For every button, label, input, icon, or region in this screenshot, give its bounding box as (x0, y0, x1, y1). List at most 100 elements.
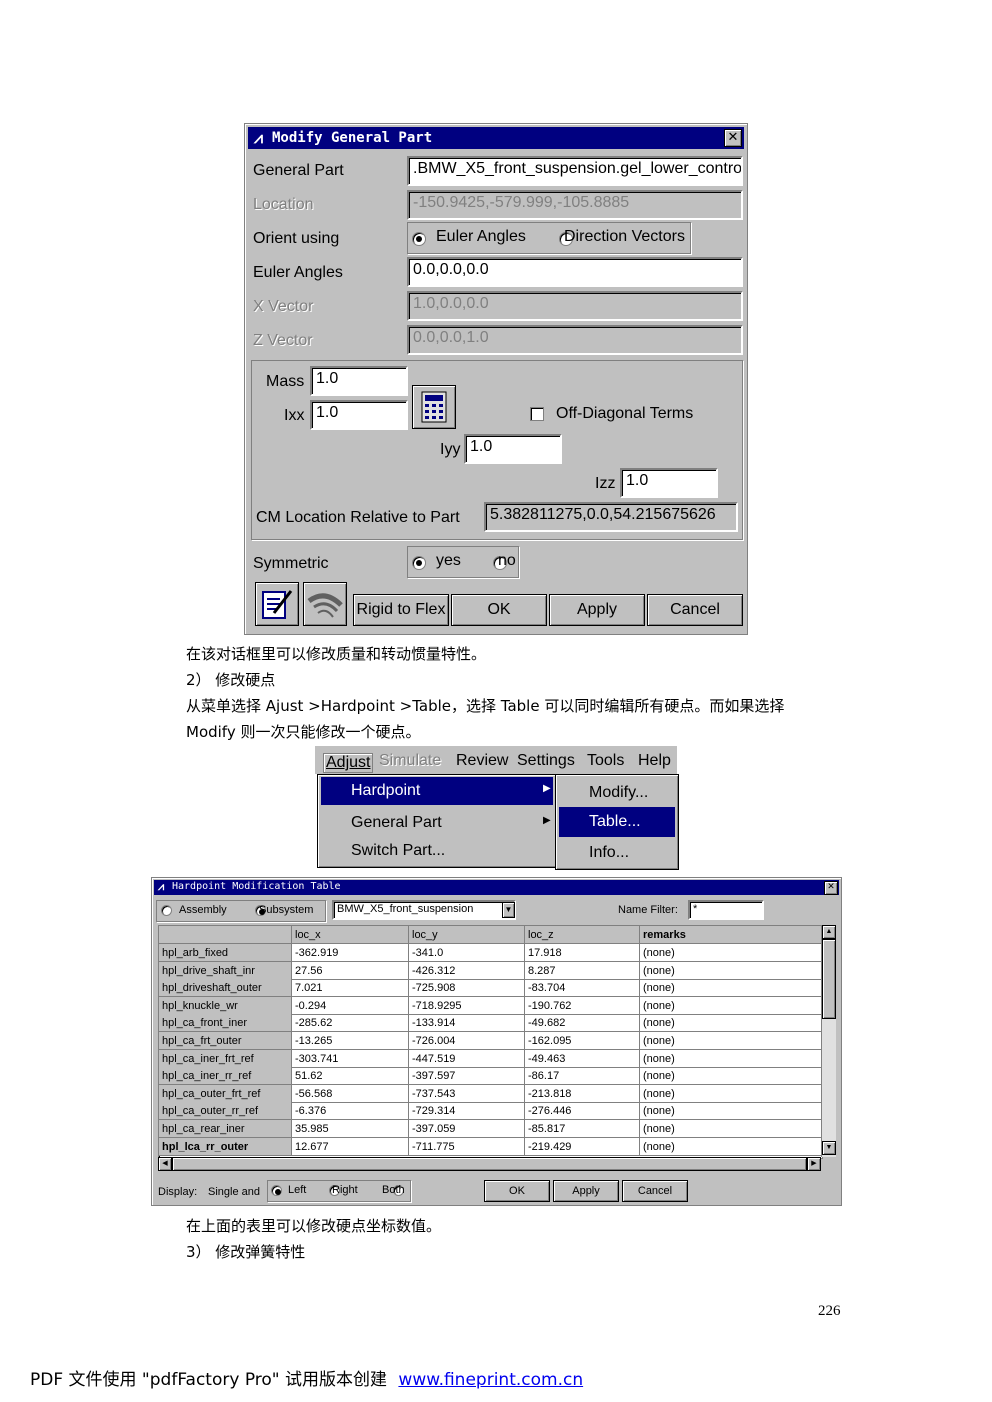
vertical-scrollbar[interactable]: ▲ ▼ (821, 925, 836, 1157)
table-cell[interactable]: -276.446 (525, 1102, 640, 1121)
table-cell[interactable]: -362.919 (292, 944, 409, 962)
table-cell[interactable]: 8.287 (525, 961, 640, 980)
assembly-radio[interactable] (161, 905, 172, 916)
column-header[interactable]: loc_x (292, 926, 409, 944)
menu-simulate[interactable]: Simulate (379, 752, 441, 770)
table-cell[interactable]: -725.908 (409, 979, 525, 998)
hp-ok-button[interactable]: OK (484, 1180, 550, 1202)
row-header[interactable]: hpl_ca_outer_frt_ref (159, 1084, 292, 1103)
row-header[interactable]: hpl_ca_outer_rr_ref (159, 1102, 292, 1121)
table-cell[interactable]: (none) (640, 961, 822, 980)
calculator-button[interactable] (412, 385, 456, 429)
ixx-input[interactable]: 1.0 (310, 400, 408, 430)
row-header[interactable]: hpl_driveshaft_outer (159, 979, 292, 998)
euler-angles-input[interactable]: 0.0,0.0,0.0 (407, 257, 743, 287)
column-header[interactable]: loc_z (525, 926, 640, 944)
table-cell[interactable]: -0.294 (292, 996, 409, 1015)
row-header[interactable]: hpl_knuckle_wr (159, 996, 292, 1015)
general-part-input[interactable]: .BMW_X5_front_suspension.gel_lower_contr… (407, 156, 743, 186)
table-cell[interactable]: -133.914 (409, 1014, 525, 1033)
table-cell[interactable]: -285.62 (292, 1014, 409, 1033)
table-cell[interactable]: -56.568 (292, 1084, 409, 1103)
row-header[interactable]: hpl_drive_shaft_inr (159, 961, 292, 980)
row-header[interactable]: hpl_ca_iner_frt_ref (159, 1049, 292, 1068)
table-cell[interactable]: (none) (640, 1014, 822, 1033)
table-cell[interactable]: (none) (640, 1032, 822, 1050)
table-cell[interactable]: -303.741 (292, 1049, 409, 1068)
off-diagonal-checkbox[interactable] (530, 407, 544, 421)
scroll-up-button[interactable]: ▲ (822, 925, 836, 939)
submenu-item-info[interactable]: Info... (559, 839, 675, 867)
iyy-input[interactable]: 1.0 (464, 434, 562, 464)
menu-tools[interactable]: Tools (587, 752, 624, 770)
submenu-item-modify[interactable]: Modify... (559, 777, 675, 805)
close-button[interactable]: ✕ (724, 129, 742, 147)
row-header[interactable]: hpl_ca_front_iner (159, 1014, 292, 1033)
menu-help[interactable]: Help (638, 752, 671, 770)
mass-input[interactable]: 1.0 (310, 366, 408, 396)
table-cell[interactable]: 51.62 (292, 1067, 409, 1086)
table-cell[interactable]: -86.17 (525, 1067, 640, 1086)
table-cell[interactable]: -85.817 (525, 1120, 640, 1138)
table-cell[interactable]: (none) (640, 944, 822, 962)
table-cell[interactable]: -426.312 (409, 961, 525, 980)
table-cell[interactable]: -13.265 (292, 1032, 409, 1050)
table-cell[interactable]: 17.918 (525, 944, 640, 962)
table-cell[interactable]: 27.56 (292, 961, 409, 980)
table-cell[interactable]: (none) (640, 996, 822, 1015)
table-cell[interactable]: (none) (640, 1067, 822, 1086)
row-header[interactable]: hpl_ca_frt_outer (159, 1032, 292, 1050)
table-cell[interactable]: 7.021 (292, 979, 409, 998)
table-cell[interactable]: -83.704 (525, 979, 640, 998)
hp-dialog-titlebar[interactable]: ⩘ Hardpoint Modification Table ✕ (154, 880, 839, 895)
row-header[interactable]: hpl_ca_iner_rr_ref (159, 1067, 292, 1086)
subsystem-dropdown-button[interactable]: ▼ (502, 902, 515, 918)
table-cell[interactable]: -213.818 (525, 1084, 640, 1103)
table-cell[interactable]: -49.682 (525, 1014, 640, 1033)
scroll-down-button[interactable]: ▼ (822, 1141, 836, 1155)
cancel-button[interactable]: Cancel (647, 594, 743, 626)
table-cell[interactable]: 12.677 (292, 1137, 409, 1156)
table-cell[interactable]: -397.597 (409, 1067, 525, 1086)
euler-angles-radio[interactable] (412, 232, 426, 246)
table-cell[interactable]: -341.0 (409, 944, 525, 962)
table-cell[interactable]: (none) (640, 1120, 822, 1138)
menu-adjust[interactable]: Adjust (323, 753, 374, 773)
table-cell[interactable]: -6.376 (292, 1102, 409, 1121)
row-header[interactable]: hpl_ca_rear_iner (159, 1120, 292, 1138)
scroll-thumb[interactable] (822, 939, 836, 1019)
display-left-radio[interactable] (271, 1185, 282, 1196)
comments-button[interactable] (255, 582, 299, 626)
apply-button[interactable]: Apply (549, 594, 645, 626)
table-cell[interactable]: -219.429 (525, 1137, 640, 1156)
row-header[interactable]: hpl_arb_fixed (159, 944, 292, 962)
table-cell[interactable]: 35.985 (292, 1120, 409, 1138)
column-header[interactable]: loc_y (409, 926, 525, 944)
table-cell[interactable]: -397.059 (409, 1120, 525, 1138)
menu-item-hardpoint[interactable]: Hardpoint ▶ (321, 777, 553, 805)
table-cell[interactable]: (none) (640, 1102, 822, 1121)
name-filter-input[interactable]: * (688, 900, 764, 920)
ok-button[interactable]: OK (451, 594, 547, 626)
menu-item-general-part[interactable]: General Part ▶ (321, 809, 553, 837)
table-cell[interactable]: -162.095 (525, 1032, 640, 1050)
hp-apply-button[interactable]: Apply (553, 1180, 619, 1202)
hp-close-button[interactable]: ✕ (824, 881, 838, 895)
table-cell[interactable]: -737.543 (409, 1084, 525, 1103)
table-cell[interactable]: (none) (640, 979, 822, 998)
h-scroll-thumb[interactable] (172, 1157, 807, 1171)
row-header[interactable]: hpl_lca_rr_outer (159, 1137, 292, 1156)
rigid-to-flex-button[interactable]: Rigid to Flex (353, 594, 449, 626)
table-cell[interactable]: (none) (640, 1137, 822, 1156)
scroll-right-button[interactable]: ▶ (807, 1157, 821, 1171)
table-cell[interactable]: -718.9295 (409, 996, 525, 1015)
table-cell[interactable]: (none) (640, 1049, 822, 1068)
table-cell[interactable]: -729.314 (409, 1102, 525, 1121)
menu-settings[interactable]: Settings (517, 752, 575, 770)
footer-link[interactable]: www.fineprint.com.cn (398, 1370, 583, 1390)
hp-cancel-button[interactable]: Cancel (622, 1180, 688, 1202)
info-button[interactable] (303, 582, 347, 626)
scroll-left-button[interactable]: ◀ (158, 1157, 172, 1171)
table-cell[interactable]: -711.775 (409, 1137, 525, 1156)
table-cell[interactable]: (none) (640, 1084, 822, 1103)
